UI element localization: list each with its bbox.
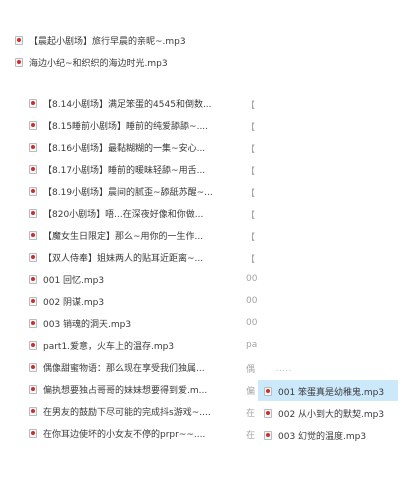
audio-file-icon bbox=[29, 252, 37, 262]
file-name: 【820小剧场】唔...在深夜好像和你做... bbox=[43, 209, 204, 220]
file-name: 【8.17小剧场】睡前的暖昧轻舔~用舌... bbox=[43, 165, 206, 176]
file-item[interactable]: 在你耳边使坏的小女友不停的prpr~~.... bbox=[29, 425, 205, 441]
file-name: 001 回忆.mp3 bbox=[43, 275, 105, 286]
col2-cell: 【 bbox=[246, 145, 256, 155]
file-name: 002 阴谋.mp3 bbox=[43, 297, 105, 308]
file-name: 001 笨蛋真是幼稚鬼.mp3 bbox=[278, 387, 385, 398]
audio-file-icon bbox=[29, 142, 37, 152]
file-item[interactable]: 【8.19小剧场】晨间的腻歪~舔舐苏醒~... bbox=[29, 183, 213, 199]
audio-file-icon bbox=[29, 340, 37, 350]
audio-file-icon bbox=[29, 164, 37, 174]
file-name: part1.爱意，火车上的温存.mp3 bbox=[43, 341, 175, 352]
audio-file-icon bbox=[29, 274, 37, 284]
file-item[interactable]: 【晨起小剧场】旅行早晨的亲昵~.mp3 bbox=[15, 32, 186, 48]
file-name: 【魔女生日限定】那么~用你的一生作... bbox=[43, 231, 204, 242]
file-item[interactable]: 海边小纪~和织织的海边时光.mp3 bbox=[15, 54, 168, 70]
col2-cell: 【 bbox=[246, 123, 256, 133]
audio-file-icon bbox=[29, 296, 37, 306]
file-name: 【8.15睡前小剧场】睡前的纯爱舔舔~.... bbox=[43, 121, 209, 132]
audio-file-icon bbox=[264, 408, 272, 418]
audio-file-icon bbox=[29, 362, 37, 372]
file-item[interactable]: 【8.16小剧场】最黏糊糊的一集~安心... bbox=[29, 139, 205, 155]
file-item[interactable]: 003 幻觉的温度.mp3 bbox=[264, 427, 366, 443]
col2-cell: 00 bbox=[246, 296, 258, 306]
file-name: 偶像甜蜜物语：那么现在享受我们独属... bbox=[43, 363, 205, 374]
file-name: 偏执想要独占哥哥的妹妹想要得到爱.m... bbox=[43, 385, 208, 396]
file-name: 海边小纪~和织织的海边时光.mp3 bbox=[29, 58, 168, 69]
file-name: 在你耳边使坏的小女友不停的prpr~~.... bbox=[43, 429, 206, 440]
audio-file-icon bbox=[29, 230, 37, 240]
audio-file-icon bbox=[29, 208, 37, 218]
file-item[interactable]: 偶像甜蜜物语：那么现在享受我们独属... bbox=[29, 359, 205, 375]
audio-file-icon bbox=[29, 186, 37, 196]
file-item[interactable]: 【820小剧场】唔...在深夜好像和你做... bbox=[29, 205, 203, 221]
audio-file-icon bbox=[29, 406, 37, 416]
file-item[interactable]: 【8.17小剧场】睡前的暖昧轻舔~用舌... bbox=[29, 161, 205, 177]
audio-file-icon bbox=[264, 430, 272, 440]
file-name: 【晨起小剧场】旅行早晨的亲昵~.mp3 bbox=[29, 36, 186, 47]
col2-cell: 00 bbox=[246, 318, 258, 328]
file-item[interactable]: 偏执想要独占哥哥的妹妹想要得到爱.m... bbox=[29, 381, 207, 397]
audio-file-icon bbox=[15, 57, 23, 67]
file-name: 003 销魂的洞天.mp3 bbox=[43, 319, 132, 330]
col2-cell: 在 bbox=[246, 409, 256, 419]
audio-file-icon bbox=[15, 35, 23, 45]
col2-cell: 【 bbox=[246, 167, 256, 177]
ellipsis-icon: ····· bbox=[276, 367, 293, 375]
audio-file-icon bbox=[29, 428, 37, 438]
audio-file-icon bbox=[29, 120, 37, 130]
audio-file-icon bbox=[29, 384, 37, 394]
col2-cell: 偶 bbox=[246, 365, 256, 375]
file-name: 【8.14小剧场】满足笨蛋的4545和倒数... bbox=[43, 99, 212, 110]
file-item-selected[interactable]: 001 笨蛋真是幼稚鬼.mp3 bbox=[264, 383, 384, 399]
file-item[interactable]: 【8.14小剧场】满足笨蛋的4545和倒数... bbox=[29, 95, 212, 111]
audio-file-icon bbox=[29, 98, 37, 108]
file-name: 003 幻觉的温度.mp3 bbox=[278, 431, 367, 442]
file-item[interactable]: 【魔女生日限定】那么~用你的一生作... bbox=[29, 227, 203, 243]
file-name: 【8.16小剧场】最黏糊糊的一集~安心... bbox=[43, 143, 206, 154]
col2-cell: 在 bbox=[246, 431, 256, 441]
col2-cell: pa bbox=[246, 340, 258, 350]
col2-cell: 00 bbox=[246, 274, 258, 284]
col2-cell: 【 bbox=[246, 189, 256, 199]
col2-cell: 【 bbox=[246, 211, 256, 221]
file-item[interactable]: 001 回忆.mp3 bbox=[29, 271, 104, 287]
file-name: 002 从小到大的默契.mp3 bbox=[278, 409, 385, 420]
col2-cell: 【 bbox=[246, 255, 256, 265]
col2-cell: 【 bbox=[246, 233, 256, 243]
file-name: 【8.19小剧场】晨间的腻歪~舔舐苏醒~... bbox=[43, 187, 213, 198]
file-item[interactable]: 【双人侍奉】姐妹两人的贴耳近距离~... bbox=[29, 249, 203, 265]
audio-file-icon bbox=[264, 386, 272, 396]
file-item[interactable]: 003 销魂的洞天.mp3 bbox=[29, 315, 131, 331]
file-item[interactable]: 002 从小到大的默契.mp3 bbox=[264, 405, 384, 421]
file-name: 在男友的鼓励下尽可能的完成抖s游戏~.... bbox=[43, 407, 211, 418]
file-item[interactable]: 在男友的鼓励下尽可能的完成抖s游戏~.... bbox=[29, 403, 211, 419]
file-item[interactable]: 【8.15睡前小剧场】睡前的纯爱舔舔~.... bbox=[29, 117, 208, 133]
file-name: 【双人侍奉】姐妹两人的贴耳近距离~... bbox=[43, 253, 204, 264]
col2-cell: 【 bbox=[246, 101, 256, 111]
file-item[interactable]: 002 阴谋.mp3 bbox=[29, 293, 104, 309]
audio-file-icon bbox=[29, 318, 37, 328]
file-item[interactable]: part1.爱意，火车上的温存.mp3 bbox=[29, 337, 174, 353]
